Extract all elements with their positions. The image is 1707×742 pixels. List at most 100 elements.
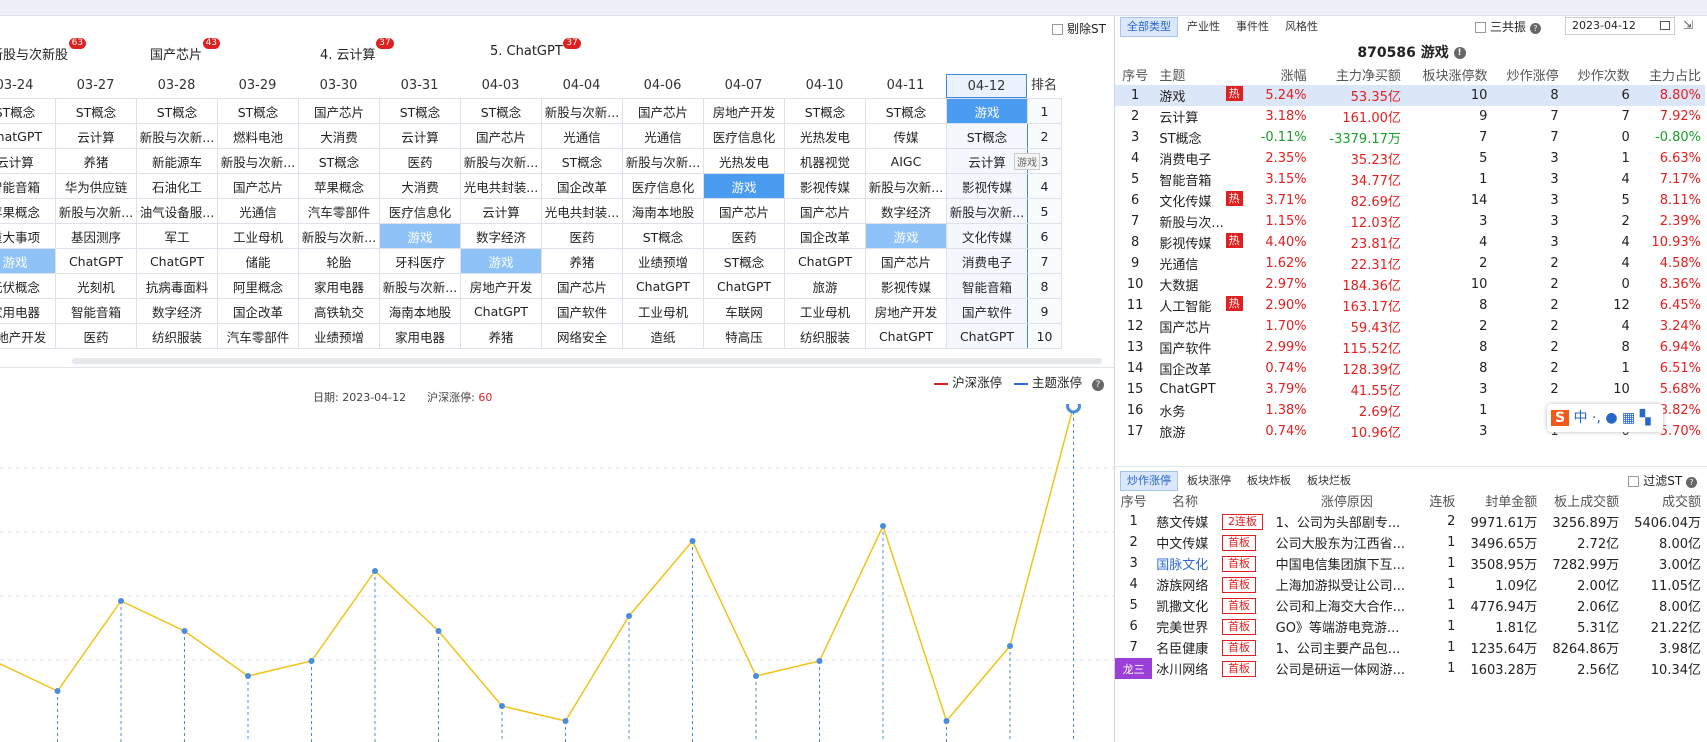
theme-cell[interactable]: ST概念 xyxy=(298,148,380,174)
column-header[interactable] xyxy=(1218,490,1272,511)
theme-cell[interactable]: 影视传媒 xyxy=(784,173,866,199)
theme-cell[interactable]: 智能音箱 xyxy=(946,273,1028,299)
checkbox[interactable] xyxy=(1628,476,1640,487)
theme-cell[interactable]: ChatGPT xyxy=(136,248,218,274)
theme-cell[interactable]: 抗病毒面料 xyxy=(136,273,218,299)
theme-cell[interactable]: 新股与次新... xyxy=(136,123,218,149)
theme-cell[interactable]: 云计算 xyxy=(0,148,56,174)
limit-tab[interactable]: 板块烂板 xyxy=(1300,471,1358,491)
data-point[interactable] xyxy=(626,613,632,619)
data-point[interactable] xyxy=(54,688,61,694)
theme-cell[interactable]: 家用电器 xyxy=(298,273,380,299)
theme-cell[interactable]: 新股与次新... xyxy=(460,148,542,174)
theme-cell[interactable]: ST概念 xyxy=(703,248,785,274)
data-point[interactable] xyxy=(435,628,442,634)
limit-row[interactable]: 1 慈文传媒 2连板 1、公司为头部剧专... 2 9971.61万 3256.89万 540… xyxy=(1115,511,1705,532)
theme-cell[interactable]: 养猪 xyxy=(55,148,137,174)
type-tab[interactable]: 产业性 xyxy=(1180,17,1227,37)
sogou-icon[interactable]: S xyxy=(1551,410,1570,426)
theme-name[interactable]: 游戏 热 xyxy=(1155,85,1246,106)
theme-row[interactable]: 9 光通信 1.62% 22.31亿 2 2 4 4.58% xyxy=(1115,253,1705,274)
theme-cell[interactable]: ST概念 xyxy=(865,98,947,124)
theme-cell[interactable]: 军工 xyxy=(136,223,218,249)
theme-cell[interactable]: 苹果概念 xyxy=(298,173,380,199)
theme-cell[interactable]: 游戏 xyxy=(0,248,56,274)
theme-cell[interactable]: ChatGPT xyxy=(703,273,785,299)
date-header[interactable]: 03-31 xyxy=(379,74,460,98)
theme-cell[interactable]: 数字经济 xyxy=(136,298,218,324)
theme-cell[interactable]: 光通信 xyxy=(541,123,623,149)
theme-cell[interactable]: 医疗信息化 xyxy=(379,198,461,224)
column-header[interactable]: 主力占比 xyxy=(1634,64,1705,85)
theme-cell[interactable]: 华为供应链 xyxy=(55,173,137,199)
theme-cell[interactable]: 新能源车 xyxy=(136,148,218,174)
theme-cell[interactable]: 国企改革 xyxy=(784,223,866,249)
stock-name[interactable]: 国脉文化 xyxy=(1152,553,1218,574)
date-header[interactable]: 04-12 xyxy=(946,74,1027,98)
theme-cell[interactable]: 工业母机 xyxy=(622,298,704,324)
data-point[interactable] xyxy=(880,523,886,529)
data-point[interactable] xyxy=(562,718,569,724)
theme-cell[interactable]: 新股与次新... xyxy=(541,98,623,124)
theme-cell[interactable]: ST概念 xyxy=(136,98,218,124)
column-header[interactable]: 板上成交额 xyxy=(1541,490,1623,511)
theme-cell[interactable]: 业绩预增 xyxy=(298,323,380,349)
theme-name[interactable]: 国企改革 xyxy=(1155,358,1246,379)
date-header[interactable]: 04-07 xyxy=(703,74,784,98)
theme-name[interactable]: 旅游 xyxy=(1155,421,1246,442)
theme-name[interactable]: 云计算 xyxy=(1155,106,1246,127)
theme-cell[interactable]: 房地产开发 xyxy=(703,98,785,124)
theme-cell[interactable]: 苹果概念 xyxy=(0,198,56,224)
theme-cell[interactable]: 新股与次新... xyxy=(55,198,137,224)
theme-cell[interactable]: 纺织服装 xyxy=(136,323,218,349)
theme-cell[interactable]: 工业母机 xyxy=(784,298,866,324)
theme-row[interactable]: 7 新股与次... 1.15% 12.03亿 3 3 2 2.39% xyxy=(1115,211,1705,232)
theme-row[interactable]: 12 国产芯片 1.70% 59.43亿 2 2 4 3.24% xyxy=(1115,316,1705,337)
theme-cell[interactable]: 海南本地股 xyxy=(379,298,461,324)
calendar-icon[interactable] xyxy=(1660,21,1670,30)
theme-cell[interactable]: 油气设备服... xyxy=(136,198,218,224)
theme-cell[interactable]: 新股与次新... xyxy=(217,148,299,174)
column-header[interactable]: 成交额 xyxy=(1623,490,1705,511)
theme-cell[interactable]: 游戏 xyxy=(460,248,542,274)
theme-cell[interactable]: 国产软件 xyxy=(541,298,623,324)
theme-cell[interactable]: 医药 xyxy=(703,223,785,249)
theme-cell[interactable]: 储能 xyxy=(217,248,299,274)
column-header[interactable]: 炒作涨停 xyxy=(1491,64,1562,85)
data-point[interactable] xyxy=(1066,404,1081,414)
column-header[interactable]: 主题 xyxy=(1155,64,1246,85)
theme-cell[interactable]: 传媒 xyxy=(865,123,947,149)
data-point[interactable] xyxy=(118,598,124,604)
theme-row[interactable]: 2 云计算 3.18% 161.00亿 9 7 7 7.92% xyxy=(1115,106,1705,127)
theme-cell[interactable]: 光电共封装... xyxy=(541,198,623,224)
theme-cell[interactable]: 数字经济 xyxy=(460,223,542,249)
theme-cell[interactable]: 轮胎 xyxy=(298,248,380,274)
theme-cell[interactable]: 国产芯片 xyxy=(703,198,785,224)
theme-cell[interactable]: 光热发电 xyxy=(784,123,866,149)
theme-cell[interactable]: 国产软件 xyxy=(946,298,1028,324)
theme-cell[interactable]: 国产芯片 xyxy=(298,98,380,124)
checkbox[interactable] xyxy=(1475,22,1486,33)
theme-cell[interactable]: 牙科医疗 xyxy=(379,248,461,274)
resonance-toggle[interactable]: 三共振 ? xyxy=(1475,18,1541,35)
column-header[interactable]: 涨停原因 xyxy=(1272,490,1422,511)
date-header[interactable]: 03-28 xyxy=(136,74,217,98)
theme-cell[interactable]: 医疗信息化 xyxy=(622,173,704,199)
theme-cell[interactable]: ChatGPT xyxy=(460,298,542,324)
filter-st-toggle[interactable]: 剔除ST xyxy=(1052,20,1106,37)
date-header[interactable]: 03-30 xyxy=(298,74,379,98)
theme-cell[interactable]: 国企改革 xyxy=(541,173,623,199)
theme-name[interactable]: 国产软件 xyxy=(1155,337,1246,358)
theme-cell[interactable]: ChatGPT xyxy=(946,323,1028,349)
date-picker[interactable]: 2023-04-12 xyxy=(1565,17,1675,35)
column-header[interactable]: 炒作次数 xyxy=(1563,64,1634,85)
theme-cell[interactable]: 光通信 xyxy=(622,123,704,149)
theme-cell[interactable]: 云计算 xyxy=(460,198,542,224)
info-icon[interactable]: ! xyxy=(1453,47,1466,59)
theme-cell[interactable]: ChatGPT xyxy=(784,248,866,274)
theme-cell[interactable]: ST概念 xyxy=(622,223,704,249)
theme-cell[interactable]: 医药 xyxy=(541,223,623,249)
column-header[interactable]: 连板 xyxy=(1422,490,1459,511)
theme-cell[interactable]: 消费电子 xyxy=(946,248,1028,274)
date-header[interactable]: 04-10 xyxy=(784,74,865,98)
